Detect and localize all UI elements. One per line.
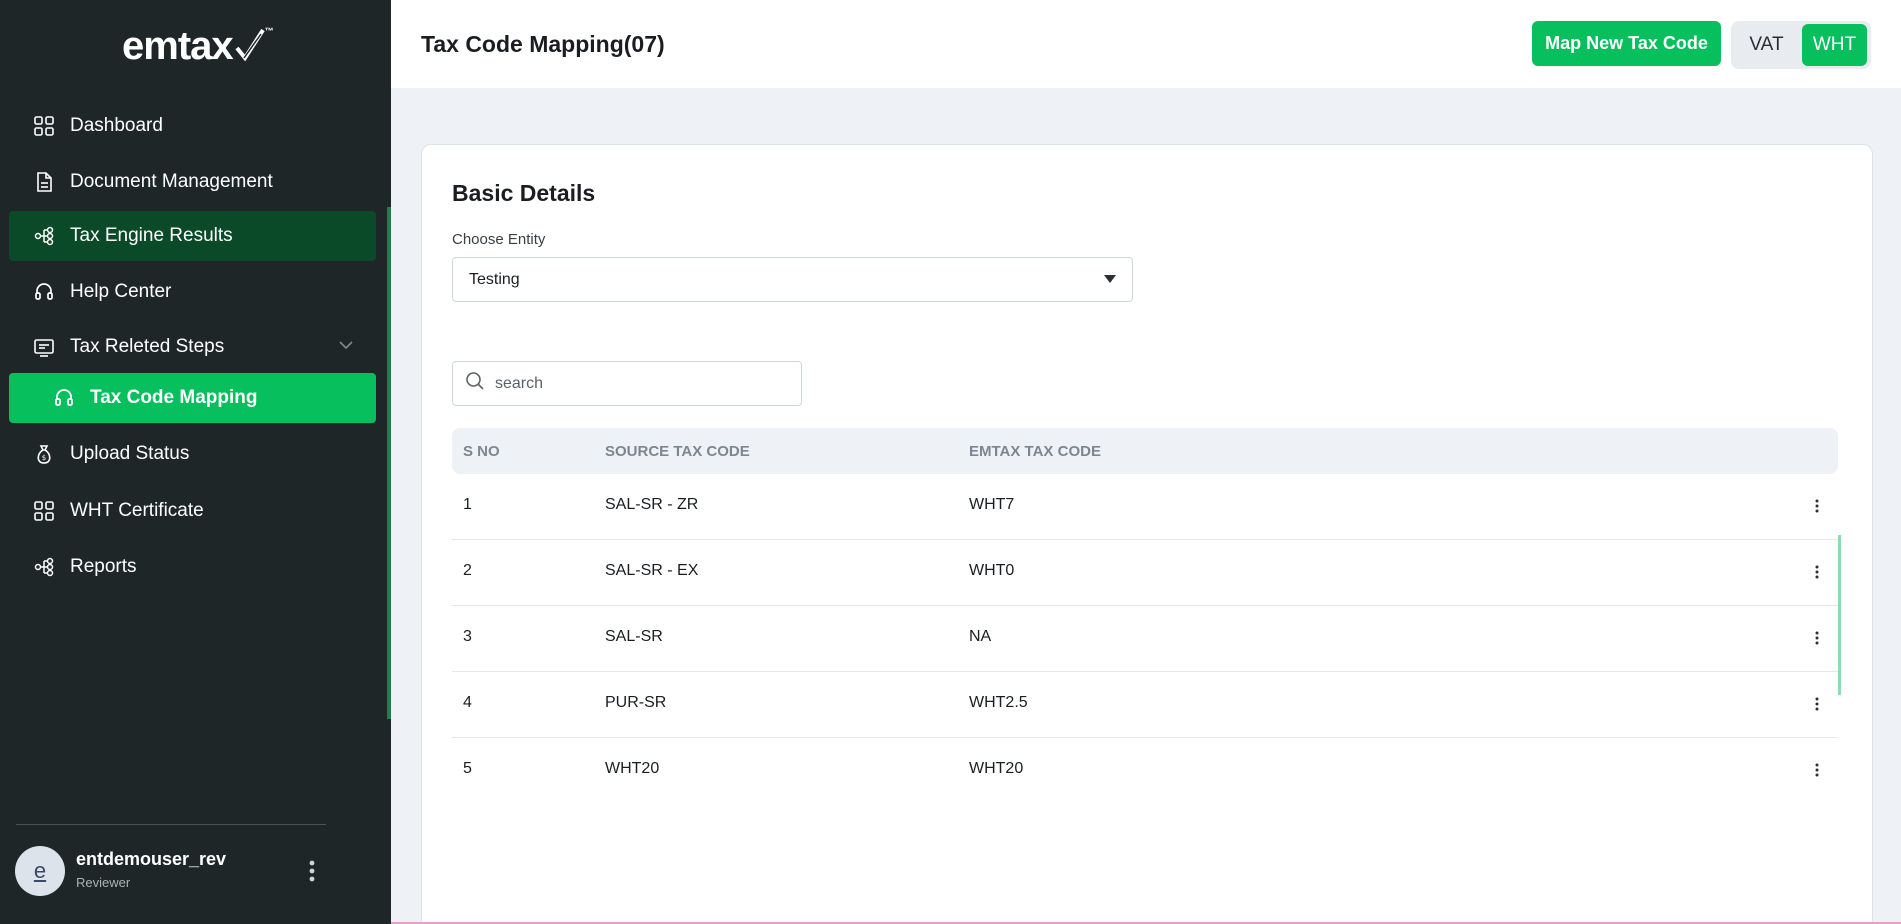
grid-icon [32,499,56,523]
headset-icon [32,280,56,304]
sidebar: emtax ™ Dashboard Document Management Ta… [0,0,391,924]
cell-sno: 5 [463,760,472,777]
sidebar-item-dashboard[interactable]: Dashboard [9,101,376,151]
cell-source-tax-code: SAL-SR - ZR [605,496,699,513]
entity-label: Choose Entity [452,231,546,248]
sidebar-item-label: Tax Engine Results [70,225,233,246]
column-header-emtax-tax-code: EMTAX TAX CODE [969,443,1101,460]
page-header: Tax Code Mapping(07) Map New Tax Code VA… [391,0,1901,88]
map-new-tax-code-button[interactable]: Map New Tax Code [1532,21,1721,66]
logo-tm: ™ [264,26,274,36]
table-header: S NO SOURCE TAX CODE EMTAX TAX CODE [452,428,1838,474]
table-scrollbar[interactable] [1838,535,1841,695]
row-kebab-menu-icon[interactable] [1807,494,1827,518]
sidebar-item-label: Upload Status [70,443,190,464]
basic-details-card: Basic Details Choose Entity Testing S NO… [421,144,1873,924]
cell-sno: 3 [463,628,472,645]
avatar[interactable]: e [15,846,65,896]
entity-select-value: Testing [469,270,520,288]
sidebar-divider [16,824,326,825]
sidebar-item-document-management[interactable]: Document Management [9,157,376,207]
money-bag-icon: $ [32,442,56,466]
page-title: Tax Code Mapping(07) [421,31,665,57]
cell-sno: 1 [463,496,472,513]
table-row: 5 WHT20 WHT20 [452,738,1838,804]
row-kebab-menu-icon[interactable] [1807,560,1827,584]
user-name: entdemouser_rev [76,849,227,869]
cell-source-tax-code: WHT20 [605,760,660,777]
search-icon [465,371,485,396]
column-header-source-tax-code: SOURCE TAX CODE [605,443,750,460]
table-row: 2 SAL-SR - EX WHT0 [452,540,1838,606]
user-menu-kebab-icon[interactable] [300,858,324,884]
sidebar-item-label: Dashboard [70,115,163,136]
column-header-sno: S NO [463,443,500,460]
monitor-icon [32,335,56,359]
sidebar-item-label: Reports [70,556,137,577]
share-nodes-icon [32,224,56,248]
logo-check-icon [235,28,265,62]
chevron-down-icon[interactable] [338,337,354,359]
tax-type-toggle: VAT WHT [1731,21,1871,69]
user-role: Reviewer [76,875,131,890]
toggle-wht[interactable]: WHT [1802,24,1867,66]
toggle-vat[interactable]: VAT [1734,24,1799,66]
sidebar-item-label: Tax Code Mapping [90,387,258,408]
cell-emtax-tax-code: NA [969,628,992,645]
svg-text:$: $ [42,454,46,462]
document-icon [32,170,56,194]
cell-sno: 4 [463,694,472,711]
sidebar-item-wht-certificate[interactable]: WHT Certificate [9,486,376,536]
sidebar-item-label: Help Center [70,281,172,302]
sidebar-item-tax-engine-results[interactable]: Tax Engine Results [9,211,376,261]
row-kebab-menu-icon[interactable] [1807,692,1827,716]
sidebar-item-help-center[interactable]: Help Center [9,267,376,317]
entity-select[interactable]: Testing [452,257,1133,302]
sidebar-item-tax-code-mapping[interactable]: Tax Code Mapping [9,373,376,423]
emtax-logo[interactable]: emtax ™ [122,23,274,68]
logo-text: emtax [122,23,234,68]
row-kebab-menu-icon[interactable] [1807,758,1827,782]
cell-emtax-tax-code: WHT2.5 [969,694,1028,711]
cell-source-tax-code: SAL-SR [605,628,663,645]
cell-emtax-tax-code: WHT7 [969,496,1015,513]
cell-emtax-tax-code: WHT0 [969,562,1015,579]
sidebar-item-reports[interactable]: Reports [9,542,376,592]
share-nodes-icon [32,555,56,579]
cell-sno: 2 [463,562,472,579]
table-row: 4 PUR-SR WHT2.5 [452,672,1838,738]
sidebar-item-label: Document Management [70,171,273,192]
table-row: 1 SAL-SR - ZR WHT7 [452,474,1838,540]
cell-source-tax-code: SAL-SR - EX [605,562,699,579]
sidebar-item-upload-status[interactable]: $ Upload Status [9,429,376,479]
table-row: 3 SAL-SR NA [452,606,1838,672]
sidebar-item-tax-releted-steps[interactable]: Tax Releted Steps [9,322,376,372]
caret-down-icon [1104,275,1116,283]
cell-source-tax-code: PUR-SR [605,694,667,711]
headset-icon [52,386,76,410]
sidebar-item-label: Tax Releted Steps [70,336,225,357]
search-input[interactable] [495,374,785,393]
row-kebab-menu-icon[interactable] [1807,626,1827,650]
sidebar-scrollbar[interactable] [387,207,391,719]
sidebar-item-label: WHT Certificate [70,500,204,521]
grid-icon [32,114,56,138]
search-box[interactable] [452,361,802,406]
cell-emtax-tax-code: WHT20 [969,760,1024,777]
card-title: Basic Details [452,180,596,206]
